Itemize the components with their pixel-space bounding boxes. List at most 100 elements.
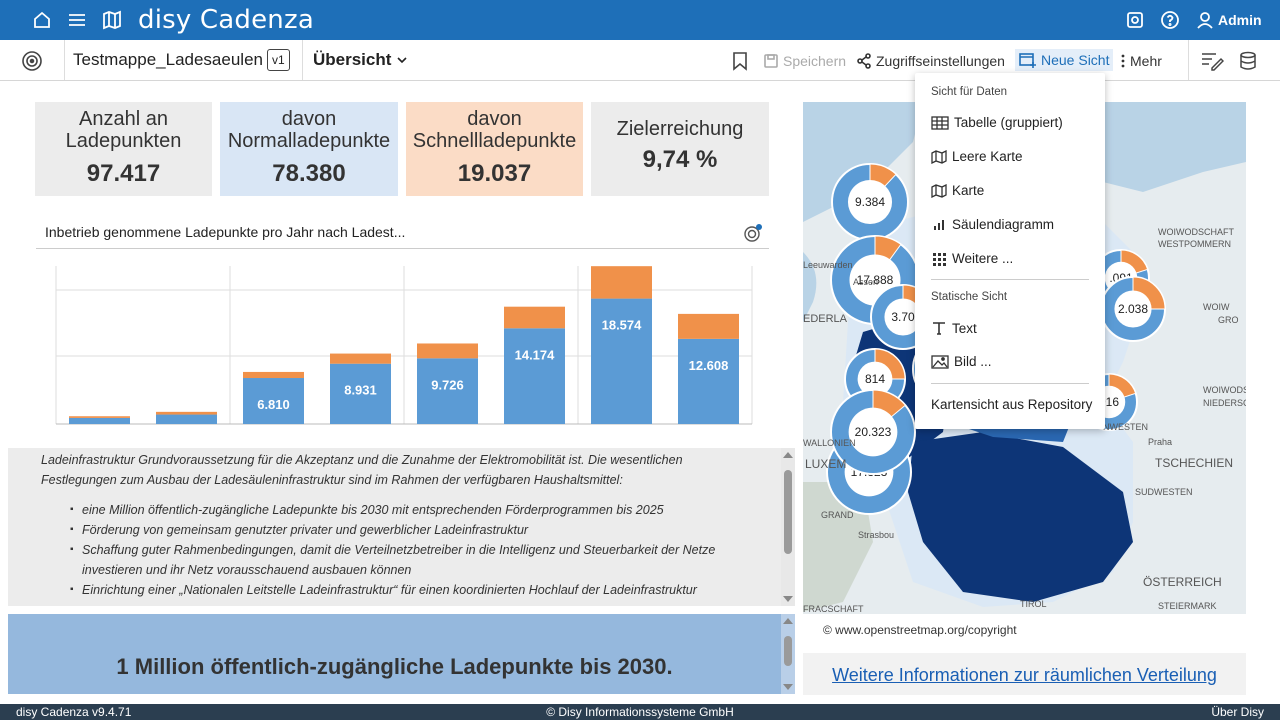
scroll-thumb [784, 470, 792, 554]
menu-item-image[interactable]: Bild ... [931, 354, 992, 369]
save-button[interactable]: Speichern [763, 53, 846, 69]
banner-scrollbar[interactable] [781, 614, 795, 694]
home-icon[interactable] [31, 9, 53, 31]
bookmark-icon[interactable] [732, 51, 748, 76]
more-button[interactable]: Mehr [1120, 53, 1162, 69]
map-pie-marker[interactable]: 2.038 [1099, 275, 1167, 343]
map-pie-label: 2.038 [1118, 302, 1148, 316]
add-view-icon [1019, 53, 1036, 68]
access-label: Zugriffseinstellungen [876, 53, 1005, 69]
target-icon[interactable] [21, 50, 43, 77]
map-pie-label: 20.323 [855, 425, 892, 439]
new-view-button[interactable]: Neue Sicht [1015, 49, 1114, 71]
bar-segment[interactable] [678, 313, 739, 339]
view-selector[interactable]: Übersicht [313, 50, 408, 70]
new-view-menu: Sicht für Daten Tabelle (gruppiert) Leer… [915, 73, 1105, 429]
map-icon[interactable] [101, 9, 123, 31]
bar-data-label: 12.608 [689, 358, 729, 373]
map-icon [931, 183, 947, 198]
bar-chart: 6.810 8.931 9.726 14.174 18.574 12.608 [55, 266, 753, 425]
kpi-normal: davon Normalladepunkte 78.380 [220, 102, 398, 196]
bar-data-label: 18.574 [602, 318, 643, 333]
chart-title: Inbetrieb genommene Ladepunkte pro Jahr … [45, 224, 406, 240]
chevron-down-icon [397, 57, 407, 64]
menu-item-label: Bild ... [954, 354, 992, 369]
view-label: Übersicht [313, 50, 392, 69]
text-bullets: eine Million öffentlich-zugängliche Lade… [8, 500, 795, 600]
bar-segment[interactable] [243, 371, 304, 379]
bar-segment[interactable] [156, 414, 217, 424]
menu-item-label: Weitere ... [952, 251, 1014, 266]
kpi-value: 19.037 [457, 160, 532, 187]
goal-banner: 1 Million öffentlich-zugängliche Ladepun… [8, 614, 795, 694]
menu-item-map[interactable]: Karte [931, 183, 984, 198]
help-icon[interactable] [1159, 9, 1181, 31]
kpi-label: davon Schnellladepunkte [412, 108, 577, 152]
access-settings-button[interactable]: Zugriffseinstellungen [856, 53, 1005, 69]
user-icon[interactable] [1194, 9, 1216, 31]
menu-item-empty-map[interactable]: Leere Karte [931, 149, 1023, 164]
footer-copyright: © Disy Informationssysteme GmbH [546, 705, 734, 719]
menu-divider [931, 279, 1089, 280]
text-scrollbar[interactable] [781, 448, 795, 606]
menu-item-repository-map[interactable]: Kartensicht aus Repository [931, 397, 1092, 412]
bar-segment[interactable] [504, 306, 565, 329]
menu-item-label: Tabelle (gruppiert) [954, 115, 1063, 130]
chart-filter-icon[interactable] [743, 223, 763, 248]
kpi-label: Anzahl an Ladepunkten [65, 108, 182, 152]
map-pie-label: 3.70 [891, 310, 915, 324]
map-copyright[interactable]: © www.openstreetmap.org/copyright [803, 614, 1246, 645]
more-info-link[interactable]: Weitere Informationen zur räumlichen Ver… [832, 665, 1217, 685]
scroll-up-icon [783, 452, 793, 458]
menu-section-static: Statische Sicht [931, 291, 1008, 303]
grid-icon [933, 252, 946, 266]
map-pie-marker[interactable]: 20.323 [829, 388, 917, 476]
more-icon [1121, 54, 1125, 68]
bar-segment[interactable] [156, 411, 217, 415]
database-icon[interactable] [1238, 51, 1258, 76]
kpi-label: davon Normalladepunkte [227, 108, 391, 152]
bullet-item: Förderung von gemeinsam genutzter privat… [70, 520, 795, 540]
menu-item-text[interactable]: Text [931, 320, 977, 336]
settings-icon[interactable] [1124, 9, 1146, 31]
bar-data-label: 6.810 [257, 397, 290, 412]
save-label: Speichern [783, 53, 847, 69]
menu-item-label: Kartensicht aus Repository [931, 397, 1093, 412]
bar-segment[interactable] [69, 416, 130, 418]
bar-chart-icon [934, 219, 944, 230]
map-info-panel: Weitere Informationen zur räumlichen Ver… [803, 653, 1246, 695]
menu-icon[interactable] [66, 9, 88, 31]
text-intro: Ladeinfrastruktur Grundvoraussetzung für… [41, 453, 683, 487]
bullet-item: Einrichtung einer „Nationalen Leitstelle… [70, 580, 795, 600]
app-brand: disy Cadenza [138, 5, 314, 35]
banner-text: 1 Million öffentlich-zugängliche Ladepun… [116, 654, 673, 679]
bullet-item: Schaffung guter Rahmenbedingungen, damit… [70, 540, 795, 580]
menu-divider [931, 383, 1089, 384]
menu-item-table[interactable]: Tabelle (gruppiert) [931, 115, 1063, 130]
edit-notes-icon[interactable] [1200, 51, 1225, 76]
user-name[interactable]: Admin [1218, 12, 1262, 28]
bar-data-label: 9.726 [431, 377, 464, 392]
bar-segment[interactable] [591, 266, 652, 299]
bar-segment[interactable] [678, 338, 739, 424]
kpi-value: 97.417 [86, 160, 161, 187]
image-icon [931, 354, 949, 369]
scroll-up-icon [783, 618, 793, 624]
about-link[interactable]: Über Disy [1211, 704, 1264, 720]
menu-item-label: Karte [952, 183, 985, 198]
bar-data-label: 14.174 [515, 347, 556, 362]
map-icon [931, 149, 947, 164]
map-pie-label: 814 [865, 372, 885, 386]
bar-segment[interactable] [69, 417, 130, 424]
bar-segment[interactable] [330, 353, 391, 364]
menu-item-column-chart[interactable]: Säulendiagramm [931, 217, 1054, 232]
bar-segment[interactable] [504, 328, 565, 424]
workbook-title: Testmappe_Ladesaeulen [73, 50, 263, 69]
kpi-fast: davon Schnellladepunkte 19.037 [406, 102, 583, 196]
map-pie-marker[interactable]: 9.384 [830, 162, 910, 242]
bar-segment[interactable] [417, 343, 478, 359]
scroll-down-icon [783, 596, 793, 602]
text-icon [933, 322, 945, 335]
table-icon [931, 115, 949, 130]
menu-item-more[interactable]: Weitere ... [931, 251, 1013, 266]
